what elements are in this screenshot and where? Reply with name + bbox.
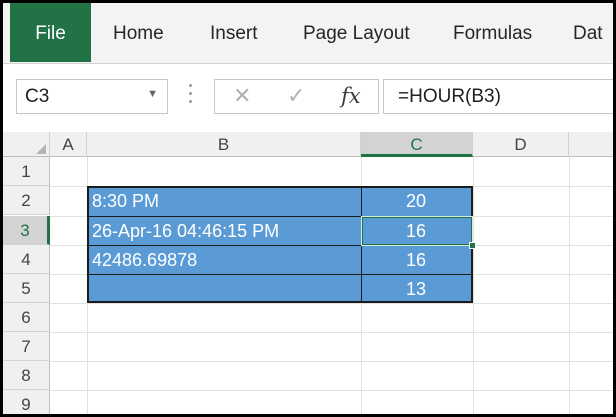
column-header-c[interactable]: C bbox=[361, 132, 473, 157]
tab-data[interactable]: Dat bbox=[573, 3, 603, 62]
row-header-7[interactable]: 7 bbox=[3, 332, 50, 361]
excel-window: File Home Insert Page Layout Formulas Da… bbox=[3, 3, 613, 414]
fill-handle[interactable] bbox=[469, 242, 476, 249]
cell-b4[interactable]: 42486.69878 bbox=[92, 250, 197, 271]
row-header-6[interactable]: 6 bbox=[3, 303, 50, 332]
formula-input[interactable]: =HOUR(B3) bbox=[383, 79, 613, 114]
cell-c4[interactable]: 16 bbox=[362, 250, 470, 271]
cell-b2[interactable]: 8:30 PM bbox=[92, 191, 159, 212]
cell-c2[interactable]: 20 bbox=[362, 191, 470, 212]
row-header-1[interactable]: 1 bbox=[3, 157, 50, 186]
insert-function-icon[interactable]: fx bbox=[341, 84, 361, 108]
row-header-4[interactable]: 4 bbox=[3, 245, 50, 274]
name-box[interactable]: C3 ▼ bbox=[16, 79, 168, 114]
select-all-button[interactable] bbox=[3, 132, 50, 157]
tab-formulas[interactable]: Formulas bbox=[453, 3, 532, 62]
formula-bar-row: C3 ▼ ✕ ✓ fx =HOUR(B3) bbox=[3, 64, 613, 132]
chevron-down-icon[interactable]: ▼ bbox=[147, 88, 158, 100]
tab-insert[interactable]: Insert bbox=[210, 3, 258, 62]
cancel-icon[interactable]: ✕ bbox=[233, 83, 251, 109]
cell-b3[interactable]: 26-Apr-16 04:46:15 PM bbox=[92, 221, 279, 242]
tab-home[interactable]: Home bbox=[113, 3, 164, 62]
cell-c5[interactable]: 13 bbox=[362, 279, 470, 300]
column-headers: A B C D bbox=[3, 132, 613, 157]
ribbon-tab-bar: File Home Insert Page Layout Formulas Da… bbox=[3, 3, 613, 64]
formula-buttons: ✕ ✓ fx bbox=[214, 79, 379, 114]
row-header-3[interactable]: 3 bbox=[3, 216, 50, 245]
row-header-9[interactable]: 9 bbox=[3, 390, 50, 414]
worksheet-grid[interactable]: A B C D 1 2 3 4 5 6 7 8 9 8:30 PM 26-Apr… bbox=[3, 132, 613, 414]
column-header-d[interactable]: D bbox=[473, 132, 569, 157]
drag-handle-icon[interactable] bbox=[188, 84, 194, 110]
column-header-b[interactable]: B bbox=[87, 132, 361, 157]
name-box-value: C3 bbox=[25, 86, 50, 107]
row-header-2[interactable]: 2 bbox=[3, 186, 50, 215]
tab-page-layout[interactable]: Page Layout bbox=[303, 3, 410, 62]
column-header-a[interactable]: A bbox=[50, 132, 87, 157]
enter-icon[interactable]: ✓ bbox=[287, 83, 305, 109]
tab-file[interactable]: File bbox=[10, 3, 91, 62]
row-header-5[interactable]: 5 bbox=[3, 274, 50, 303]
selected-cell-outline bbox=[361, 216, 473, 246]
formula-text: =HOUR(B3) bbox=[398, 86, 501, 107]
row-header-8[interactable]: 8 bbox=[3, 361, 50, 390]
